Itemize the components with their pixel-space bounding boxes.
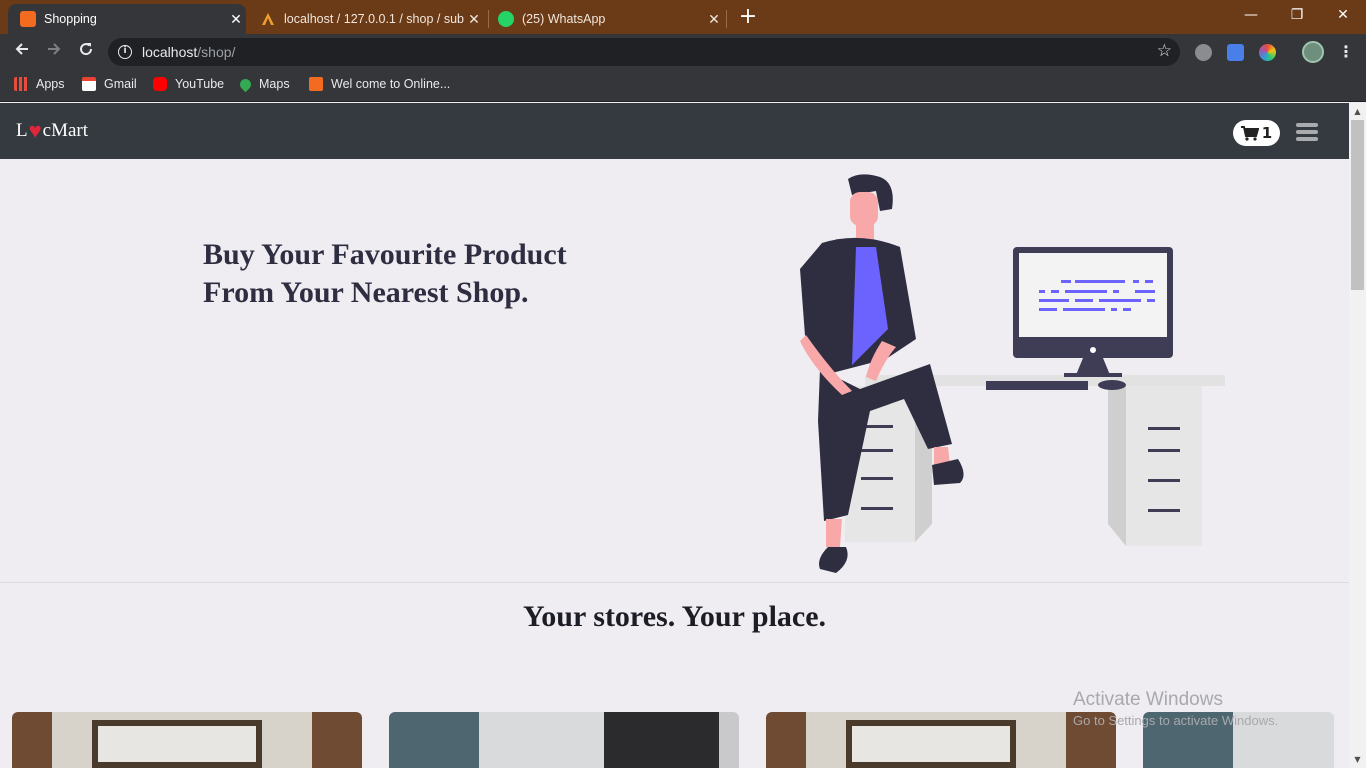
- minimize-button[interactable]: —: [1228, 4, 1274, 26]
- bookmark-maps[interactable]: Maps: [237, 76, 290, 92]
- whatsapp-icon: [498, 11, 514, 27]
- close-window-button[interactable]: ✕: [1320, 4, 1366, 26]
- bookmarks-bar: Apps Gmail YouTube Maps Wel come to Onli…: [0, 70, 1366, 102]
- tab-title: localhost / 127.0.0.1 / shop / sub: [284, 12, 464, 26]
- scroll-down-icon[interactable]: ▼: [1349, 751, 1366, 768]
- tab-divider: [726, 10, 727, 28]
- back-button[interactable]: [9, 39, 35, 65]
- profile-avatar[interactable]: [1302, 41, 1324, 63]
- xampp-icon: [309, 77, 323, 91]
- hero-illustration: [800, 174, 1225, 573]
- tab-divider: [488, 10, 489, 28]
- hero-section: Buy Your Favourite Product From Your Nea…: [0, 159, 1349, 583]
- tab-title: Shopping: [44, 12, 97, 26]
- youtube-icon: [153, 77, 167, 91]
- restore-button[interactable]: ❐: [1274, 4, 1320, 26]
- site-info-icon[interactable]: i: [118, 45, 132, 59]
- xampp-icon: [20, 11, 36, 27]
- tab-title: (25) WhatsApp: [522, 12, 606, 26]
- page-scrollbar[interactable]: ▲ ▼: [1349, 103, 1366, 768]
- store-image: [92, 720, 262, 768]
- cart-button[interactable]: 1: [1233, 120, 1280, 146]
- browser-toolbar: i localhost/shop/ ☆ ⋮: [0, 34, 1366, 70]
- address-url: localhost/shop/: [142, 44, 236, 60]
- tab-whatsapp[interactable]: (25) WhatsApp ✕: [492, 4, 724, 34]
- cart-count: 1: [1261, 124, 1273, 142]
- back-arrow-icon: [15, 43, 28, 55]
- scrollbar-thumb[interactable]: [1351, 120, 1364, 290]
- scroll-up-icon[interactable]: ▲: [1349, 103, 1366, 120]
- maps-icon: [237, 76, 254, 92]
- store-image: [846, 720, 1016, 768]
- site-navbar: L ♥ cMart 1: [0, 103, 1349, 159]
- browser-menu-icon[interactable]: ⋮: [1338, 42, 1354, 61]
- store-card[interactable]: [389, 712, 739, 768]
- store-card[interactable]: [766, 712, 1116, 768]
- new-tab-button[interactable]: +: [736, 6, 760, 30]
- bookmark-apps[interactable]: Apps: [14, 77, 65, 91]
- reload-button[interactable]: [73, 39, 99, 65]
- bookmark-xampp[interactable]: Wel come to Online...: [309, 77, 450, 91]
- reload-icon: [80, 43, 93, 56]
- extension-icon[interactable]: [1195, 44, 1212, 61]
- phpmyadmin-icon: [260, 11, 276, 27]
- brand-logo[interactable]: L ♥ cMart: [16, 120, 88, 142]
- cart-icon: [1240, 125, 1259, 141]
- close-tab-icon[interactable]: ✕: [226, 11, 246, 28]
- address-bar[interactable]: i localhost/shop/ ☆: [108, 38, 1180, 66]
- browser-tab-strip: Shopping ✕ localhost / 127.0.0.1 / shop …: [0, 0, 1366, 34]
- close-tab-icon[interactable]: ✕: [464, 11, 484, 28]
- apps-grid-icon: [14, 77, 28, 91]
- close-tab-icon[interactable]: ✕: [704, 11, 724, 28]
- tab-phpmyadmin[interactable]: localhost / 127.0.0.1 / shop / sub ✕: [252, 4, 484, 34]
- tab-shopping[interactable]: Shopping ✕: [8, 4, 246, 34]
- forward-button[interactable]: [41, 39, 67, 65]
- bookmark-youtube[interactable]: YouTube: [153, 77, 224, 91]
- section-heading: Your stores. Your place.: [522, 600, 827, 633]
- hamburger-menu-icon[interactable]: [1296, 123, 1318, 144]
- store-image: [389, 712, 739, 768]
- store-card[interactable]: [12, 712, 362, 768]
- color-picker-extension-icon[interactable]: [1259, 44, 1276, 61]
- forward-arrow-icon: [48, 43, 61, 55]
- windows-activation-watermark: Activate Windows Go to Settings to activ…: [1073, 689, 1279, 728]
- gmail-icon: [82, 77, 96, 91]
- heart-icon: ♥: [28, 118, 42, 143]
- google-translate-icon[interactable]: [1227, 44, 1244, 61]
- bookmark-star-icon[interactable]: ☆: [1157, 41, 1172, 61]
- bookmark-gmail[interactable]: Gmail: [82, 77, 137, 91]
